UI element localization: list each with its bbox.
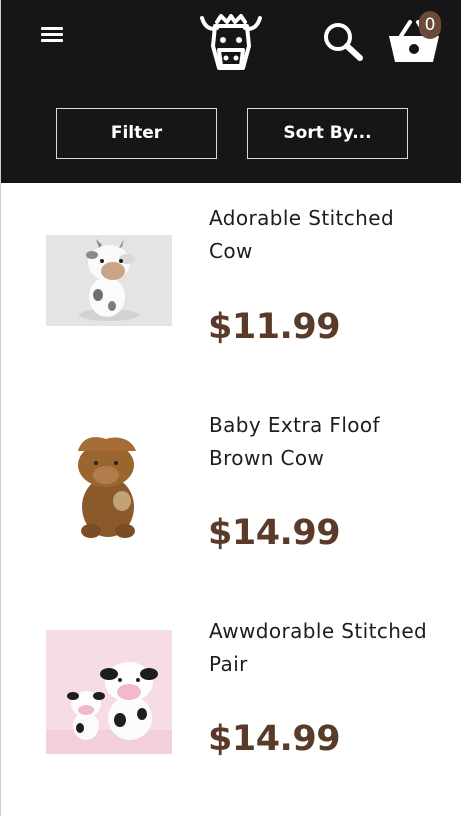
product-card[interactable]: Adorable Stitched Cow $11.99 (1, 200, 461, 400)
crochet-cow-pair-on-pink-image[interactable] (46, 630, 172, 754)
brown-highland-cow-plush-image[interactable] (46, 429, 172, 547)
cow-head-logo[interactable] (197, 10, 265, 72)
white-crochet-cow-plush-image[interactable] (46, 235, 172, 326)
product-card[interactable]: Awwdorable Stitched Pair $14.99 (1, 613, 461, 813)
top-header: 0 Filter Sort By... (1, 0, 461, 183)
cart-count-badge[interactable]: 0 (419, 11, 441, 39)
product-card[interactable]: Baby Extra Floof Brown Cow $14.99 (1, 407, 461, 607)
product-name[interactable]: Baby Extra Floof Brown Cow (209, 409, 439, 475)
filter-button[interactable]: Filter (56, 108, 217, 159)
menu-button[interactable] (37, 22, 67, 48)
product-price: $14.99 (208, 513, 341, 553)
product-name[interactable]: Adorable Stitched Cow (209, 202, 439, 268)
sort-by-button[interactable]: Sort By... (247, 108, 408, 159)
product-name[interactable]: Awwdorable Stitched Pair (209, 615, 439, 681)
search-icon[interactable] (321, 20, 365, 62)
product-price: $11.99 (208, 307, 341, 347)
product-price: $14.99 (208, 719, 341, 759)
